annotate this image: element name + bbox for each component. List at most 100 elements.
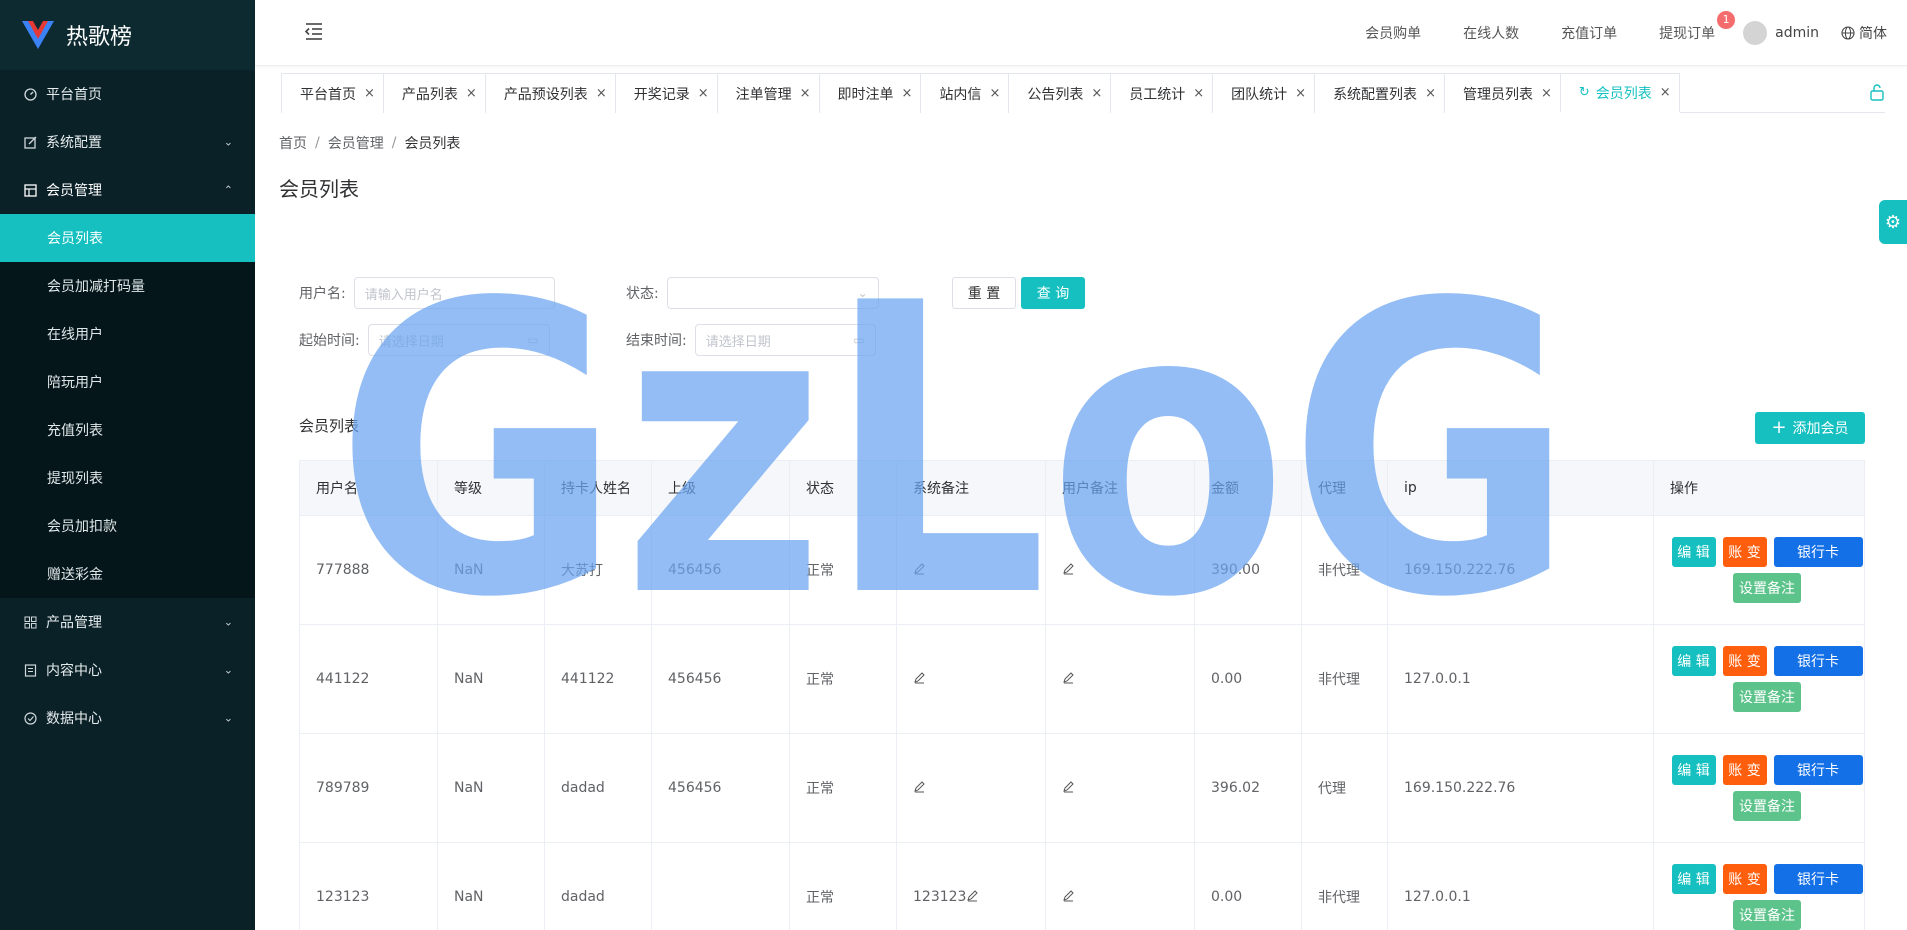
- tab-messages[interactable]: 站内信 ×: [920, 73, 1010, 113]
- reset-button[interactable]: 重 置: [952, 277, 1016, 309]
- close-icon[interactable]: ×: [596, 86, 607, 101]
- header-link-recharge-orders[interactable]: 充值订单: [1561, 23, 1617, 43]
- edit-button[interactable]: 编 辑: [1671, 864, 1716, 894]
- edit-note-icon[interactable]: [913, 780, 926, 797]
- language-switcher[interactable]: 简体: [1841, 23, 1887, 43]
- edit-note-icon[interactable]: [1062, 671, 1075, 688]
- tab-label: 即时注单: [837, 86, 894, 103]
- edit-note-icon[interactable]: [1062, 889, 1075, 906]
- add-member-button[interactable]: + 添加会员: [1755, 412, 1865, 444]
- edit-note-icon[interactable]: [1062, 780, 1075, 797]
- user-menu[interactable]: admin: [1743, 21, 1819, 45]
- account-change-button[interactable]: 账 变: [1722, 646, 1767, 676]
- account-change-button[interactable]: 账 变: [1722, 755, 1767, 785]
- sidebar-subitem-online-users[interactable]: 在线用户: [0, 310, 255, 358]
- close-icon[interactable]: ×: [800, 86, 811, 101]
- tab-admin-list[interactable]: 管理员列表 ×: [1443, 73, 1561, 113]
- set-note-button[interactable]: 设置备注: [1733, 791, 1801, 821]
- edit-note-icon[interactable]: [1062, 562, 1075, 579]
- close-icon[interactable]: ×: [364, 86, 375, 101]
- close-icon[interactable]: ×: [902, 86, 913, 101]
- tab-dashboard[interactable]: 平台首页 ×: [281, 73, 384, 113]
- table-header: 用户名 等级 持卡人姓名 上级 状态 系统备注 用户备注 金额 代理 ip 操作: [300, 461, 1864, 516]
- sidebar-subitem-bet-volume[interactable]: 会员加减打码量: [0, 262, 255, 310]
- header-link-withdraw-orders[interactable]: 提现订单 1: [1659, 11, 1736, 43]
- set-note-button[interactable]: 设置备注: [1733, 900, 1801, 930]
- close-icon[interactable]: ×: [1660, 85, 1671, 100]
- edit-button[interactable]: 编 辑: [1671, 646, 1716, 676]
- bank-card-button[interactable]: 银行卡: [1773, 755, 1863, 785]
- refresh-icon[interactable]: ↻: [1579, 85, 1590, 100]
- breadcrumb-member-management[interactable]: 会员管理: [328, 133, 384, 153]
- tab-draw-records[interactable]: 开奖记录 ×: [614, 73, 718, 113]
- sidebar-item-system-config[interactable]: 系统配置 ⌄: [0, 118, 255, 166]
- tab-system-config-list[interactable]: 系统配置列表 ×: [1314, 73, 1445, 113]
- sidebar-subitem-withdraw-list[interactable]: 提现列表: [0, 454, 255, 502]
- end-date-picker[interactable]: 请选择日期 ▭: [694, 324, 876, 356]
- sidebar-item-label: 会员管理: [46, 183, 102, 199]
- edit-note-icon[interactable]: [913, 562, 926, 579]
- start-date-picker[interactable]: 请选择日期 ▭: [367, 324, 550, 356]
- breadcrumb-home[interactable]: 首页: [279, 133, 307, 153]
- tab-live-bets[interactable]: 即时注单 ×: [818, 73, 922, 113]
- close-icon[interactable]: ×: [1193, 86, 1204, 101]
- note-text: 123123: [913, 889, 967, 905]
- tab-product-list[interactable]: 产品列表 ×: [382, 73, 486, 113]
- edit-note-icon[interactable]: [913, 671, 926, 688]
- sidebar-item-data-center[interactable]: 数据中心 ⌄: [0, 694, 255, 742]
- lock-icon[interactable]: [1869, 83, 1885, 101]
- sidebar-item-content-center[interactable]: 内容中心 ⌄: [0, 646, 255, 694]
- tab-staff-stats[interactable]: 员工统计 ×: [1110, 73, 1214, 113]
- sidebar-subitem-companion-users[interactable]: 陪玩用户: [0, 358, 255, 406]
- edit-button[interactable]: 编 辑: [1671, 537, 1716, 567]
- sidebar-item-member-management[interactable]: 会员管理 ⌃: [0, 166, 255, 214]
- close-icon[interactable]: ×: [989, 86, 1000, 101]
- close-icon[interactable]: ×: [466, 86, 477, 101]
- menu-fold-icon[interactable]: [303, 20, 325, 42]
- filter-label: 用户名:: [299, 286, 346, 302]
- account-change-button[interactable]: 账 变: [1722, 537, 1767, 567]
- header-link-member-orders[interactable]: 会员购单: [1365, 23, 1421, 43]
- close-icon[interactable]: ×: [1295, 86, 1306, 101]
- breadcrumb: 首页 / 会员管理 / 会员列表: [279, 133, 460, 153]
- sidebar-item-label: 数据中心: [46, 711, 102, 727]
- username-input[interactable]: 请输入用户名: [353, 277, 555, 309]
- cell-system-note: 123123: [897, 843, 1046, 930]
- cell-amount: 390.00: [1195, 516, 1302, 624]
- header-link-online-count[interactable]: 在线人数: [1463, 23, 1519, 43]
- sidebar-item-dashboard[interactable]: 平台首页: [0, 70, 255, 118]
- bank-card-button[interactable]: 银行卡: [1773, 646, 1863, 676]
- bank-card-button[interactable]: 银行卡: [1773, 864, 1863, 894]
- set-note-button[interactable]: 设置备注: [1733, 682, 1801, 712]
- close-icon[interactable]: ×: [1425, 86, 1436, 101]
- tab-product-preset[interactable]: 产品预设列表 ×: [484, 73, 616, 113]
- logo[interactable]: 热歌榜: [0, 0, 255, 70]
- tab-team-stats[interactable]: 团队统计 ×: [1212, 73, 1316, 113]
- tab-announcements[interactable]: 公告列表 ×: [1008, 73, 1112, 113]
- avatar: [1743, 21, 1768, 45]
- account-change-button[interactable]: 账 变: [1722, 864, 1767, 894]
- bank-card-button[interactable]: 银行卡: [1773, 537, 1863, 567]
- close-icon[interactable]: ×: [1091, 86, 1102, 101]
- close-icon[interactable]: ×: [698, 86, 709, 101]
- settings-drawer-button[interactable]: ⚙: [1879, 200, 1907, 244]
- tab-label: 开奖记录: [633, 86, 690, 103]
- column-header: 等级: [438, 461, 545, 515]
- edit-note-icon[interactable]: [966, 889, 979, 906]
- sidebar-item-product-management[interactable]: 产品管理 ⌄: [0, 598, 255, 646]
- filter-label: 结束时间:: [626, 333, 687, 349]
- status-select[interactable]: ⌄: [666, 277, 879, 309]
- edit-button[interactable]: 编 辑: [1671, 755, 1716, 785]
- sidebar-subitem-member-list[interactable]: 会员列表: [0, 214, 255, 262]
- set-note-button[interactable]: 设置备注: [1733, 573, 1801, 603]
- cell-ip: 127.0.0.1: [1388, 625, 1654, 733]
- tab-bet-management[interactable]: 注单管理 ×: [716, 73, 820, 113]
- sidebar-subitem-bonus[interactable]: 赠送彩金: [0, 550, 255, 598]
- query-button[interactable]: 查 询: [1021, 277, 1085, 309]
- cell-level: NaN: [438, 625, 545, 733]
- sidebar-subitem-recharge-list[interactable]: 充值列表: [0, 406, 255, 454]
- close-icon[interactable]: ×: [1541, 86, 1552, 101]
- globe-icon: [1841, 26, 1855, 40]
- sidebar-subitem-balance-adjust[interactable]: 会员加扣款: [0, 502, 255, 550]
- tab-member-list[interactable]: ↻ 会员列表 ×: [1559, 73, 1680, 113]
